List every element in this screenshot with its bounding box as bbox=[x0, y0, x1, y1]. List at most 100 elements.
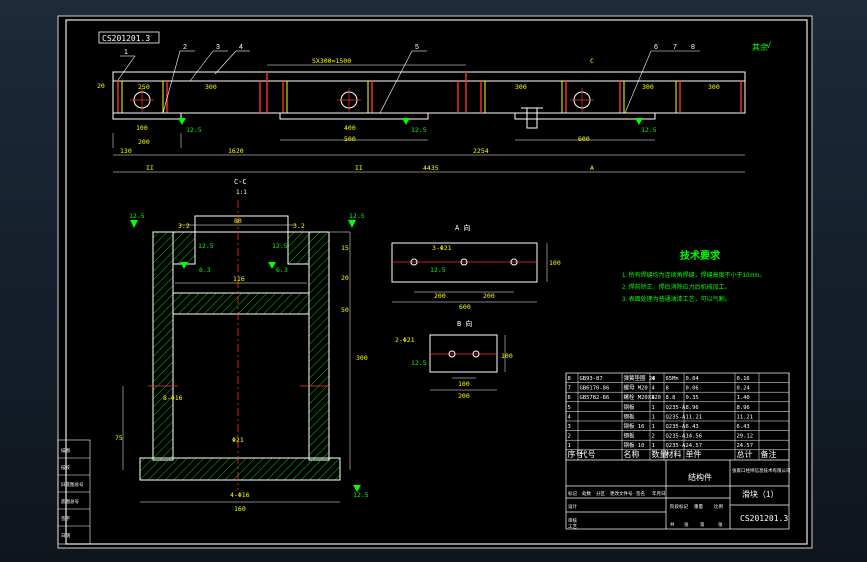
bom-header-cell: 备注 bbox=[761, 449, 777, 459]
bom-cell: 0.06 bbox=[686, 386, 699, 392]
title-block-label: 第 bbox=[700, 521, 705, 528]
title-block-label: 重量 bbox=[694, 503, 703, 510]
bom-cell: 螺栓 M20X120 bbox=[624, 393, 662, 401]
bom-cell: 1 bbox=[652, 424, 655, 430]
bom-cell: GB6170-86 bbox=[580, 386, 610, 392]
svg-text:600: 600 bbox=[459, 303, 471, 311]
title-block-label: 张 bbox=[684, 521, 689, 528]
bom-cell: 螺母 M20 bbox=[624, 384, 648, 392]
svg-text:80: 80 bbox=[234, 217, 242, 225]
svg-text:200: 200 bbox=[458, 392, 470, 400]
svg-text:4: 4 bbox=[239, 44, 243, 51]
bom-header-cell: 单件 bbox=[686, 449, 702, 459]
bom-cell: 14.56 bbox=[686, 434, 703, 440]
svg-text:技术要求: 技术要求 bbox=[680, 249, 721, 262]
bom-cell: 钢板 bbox=[624, 432, 636, 440]
bom-cell: 8.96 bbox=[737, 405, 750, 411]
bom-cell: 11.21 bbox=[686, 414, 703, 420]
bom-cell: 5 bbox=[568, 405, 571, 411]
svg-text:200: 200 bbox=[483, 292, 495, 300]
svg-text:描校: 描校 bbox=[61, 464, 70, 471]
roughness-symbol: √ bbox=[766, 40, 771, 50]
bom-cell: 6.43 bbox=[686, 424, 699, 430]
svg-text:75: 75 bbox=[115, 434, 123, 442]
svg-text:3-Φ21: 3-Φ21 bbox=[432, 244, 452, 252]
title-block-label: 阶段标记 bbox=[670, 503, 688, 510]
svg-text:旧底图总号: 旧底图总号 bbox=[61, 481, 84, 488]
svg-text:600: 600 bbox=[578, 135, 590, 143]
svg-text:1: 1 bbox=[124, 49, 128, 56]
engineering-drawing: CS201201.3 其余 √ 1 2 3 4 5 6 7 8 5X300=15… bbox=[57, 15, 813, 549]
svg-text:5: 5 bbox=[415, 44, 419, 51]
svg-text:7: 7 bbox=[673, 44, 677, 51]
cad-viewport[interactable]: CS201201.3 其余 √ 1 2 3 4 5 6 7 8 5X300=15… bbox=[0, 0, 867, 562]
svg-text:300: 300 bbox=[515, 83, 527, 91]
svg-text:12.5: 12.5 bbox=[411, 359, 427, 367]
bom-cell: GB5782-86 bbox=[580, 395, 610, 401]
code-stamp: CS201201.3 bbox=[102, 34, 150, 43]
svg-text:5X300=1500: 5X300=1500 bbox=[312, 57, 351, 65]
bom-cell: Q235-A bbox=[666, 405, 687, 411]
svg-text:1:1: 1:1 bbox=[236, 189, 247, 196]
bom-cell: Q235-A bbox=[666, 424, 687, 430]
bom-cell: Q235-A bbox=[666, 434, 687, 440]
bom-header-cell: 名称 bbox=[624, 449, 640, 459]
svg-text:250: 250 bbox=[138, 83, 150, 91]
bom-cell: GB93-87 bbox=[580, 376, 603, 382]
svg-text:12.5: 12.5 bbox=[353, 491, 369, 499]
svg-text:300: 300 bbox=[205, 83, 217, 91]
svg-text:130: 130 bbox=[120, 147, 132, 155]
bom-cell: 8.96 bbox=[686, 405, 699, 411]
svg-text:100: 100 bbox=[136, 124, 148, 132]
svg-text:116: 116 bbox=[233, 275, 245, 283]
drawing-number: CS201201.3 bbox=[740, 514, 788, 523]
bom-cell: 6 bbox=[568, 395, 571, 401]
svg-text:8: 8 bbox=[691, 44, 695, 51]
bom-header-cell: 材料 bbox=[666, 449, 682, 459]
svg-text:12.5: 12.5 bbox=[272, 242, 288, 250]
svg-text:4-Φ16: 4-Φ16 bbox=[230, 491, 250, 499]
bom-cell: 钢板 bbox=[624, 412, 636, 420]
bom-cell: Q235-A bbox=[666, 443, 687, 449]
bom-cell: 钢板 16 bbox=[624, 422, 645, 430]
svg-text:200: 200 bbox=[434, 292, 446, 300]
svg-text:A: A bbox=[590, 164, 594, 172]
svg-text:200: 200 bbox=[138, 138, 150, 146]
bom-cell: 11.21 bbox=[737, 414, 754, 420]
bom-cell: 1 bbox=[652, 443, 655, 449]
svg-text:100: 100 bbox=[549, 259, 561, 267]
svg-text:50: 50 bbox=[341, 306, 349, 314]
title-block-label: 标记 bbox=[568, 490, 577, 497]
bom-cell: 钢板 10 bbox=[624, 441, 645, 449]
svg-text:15: 15 bbox=[341, 244, 349, 252]
title-block-label: 共 bbox=[670, 521, 675, 528]
svg-text:6: 6 bbox=[654, 44, 658, 51]
bom-header-cell: 代号 bbox=[580, 449, 596, 459]
svg-text:Φ21: Φ21 bbox=[232, 436, 244, 444]
bom-cell: 钢板 bbox=[624, 403, 636, 411]
bom-cell: 8.8 bbox=[666, 395, 676, 401]
title-block-label: 分区 bbox=[596, 490, 605, 497]
bom-cell: 6.43 bbox=[737, 424, 750, 430]
svg-text:500: 500 bbox=[344, 135, 356, 143]
bom-cell: 0.04 bbox=[686, 376, 700, 382]
svg-text:12.5: 12.5 bbox=[129, 212, 145, 220]
title-block-label: 签名 bbox=[636, 490, 645, 497]
svg-text:100: 100 bbox=[458, 380, 470, 388]
svg-text:描图: 描图 bbox=[61, 447, 70, 454]
svg-text:II: II bbox=[355, 164, 363, 172]
svg-text:100: 100 bbox=[501, 352, 513, 360]
svg-text:II: II bbox=[146, 164, 154, 172]
bom-cell: Q235-A bbox=[666, 414, 687, 420]
bom-cell: 1 bbox=[652, 414, 655, 420]
svg-text:3.2: 3.2 bbox=[293, 222, 305, 230]
svg-text:12.5: 12.5 bbox=[430, 266, 446, 274]
bom-cell: 0.16 bbox=[737, 376, 750, 382]
svg-text:12.5: 12.5 bbox=[411, 126, 427, 134]
part-title: 结构件 bbox=[688, 472, 712, 482]
bom-cell: 0.35 bbox=[686, 395, 699, 401]
svg-text:12.5: 12.5 bbox=[186, 126, 202, 134]
svg-text:300: 300 bbox=[642, 83, 654, 91]
svg-text:12.5: 12.5 bbox=[641, 126, 657, 134]
svg-text:签字: 签字 bbox=[61, 515, 70, 521]
